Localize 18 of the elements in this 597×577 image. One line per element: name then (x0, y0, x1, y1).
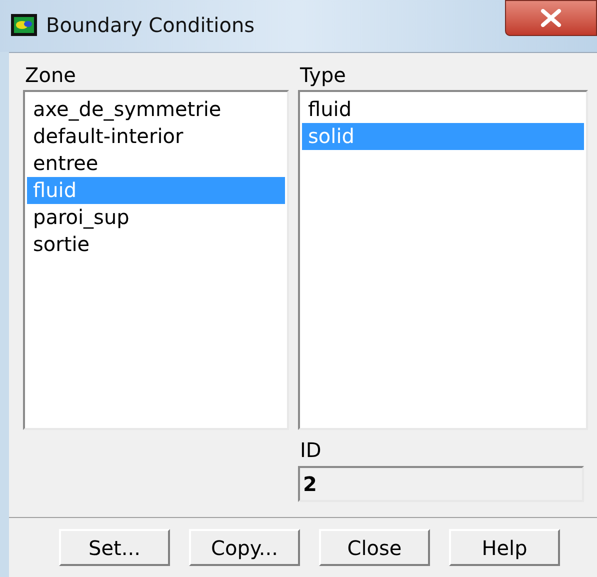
id-label: ID (300, 438, 322, 462)
list-item[interactable]: default-interior (27, 123, 285, 150)
close-button[interactable] (505, 0, 597, 36)
dialog-button[interactable]: Set... (59, 529, 170, 566)
list-item[interactable]: paroi_sup (27, 204, 285, 231)
dialog-button[interactable]: Close (319, 529, 430, 566)
id-field[interactable]: 2 (298, 466, 584, 502)
list-item[interactable]: sortie (27, 231, 285, 258)
close-icon (540, 9, 562, 27)
list-label: Zone (25, 63, 77, 87)
dialog-button[interactable]: Copy... (189, 529, 300, 566)
window-title: Boundary Conditions (46, 12, 255, 38)
dialog-button[interactable]: Help (449, 529, 560, 566)
list-item[interactable]: fluid (302, 96, 584, 123)
list-item[interactable]: axe_de_symmetrie (27, 96, 285, 123)
list-label: Type (300, 63, 347, 87)
list-item[interactable]: entree (27, 150, 285, 177)
app-icon (11, 14, 37, 36)
